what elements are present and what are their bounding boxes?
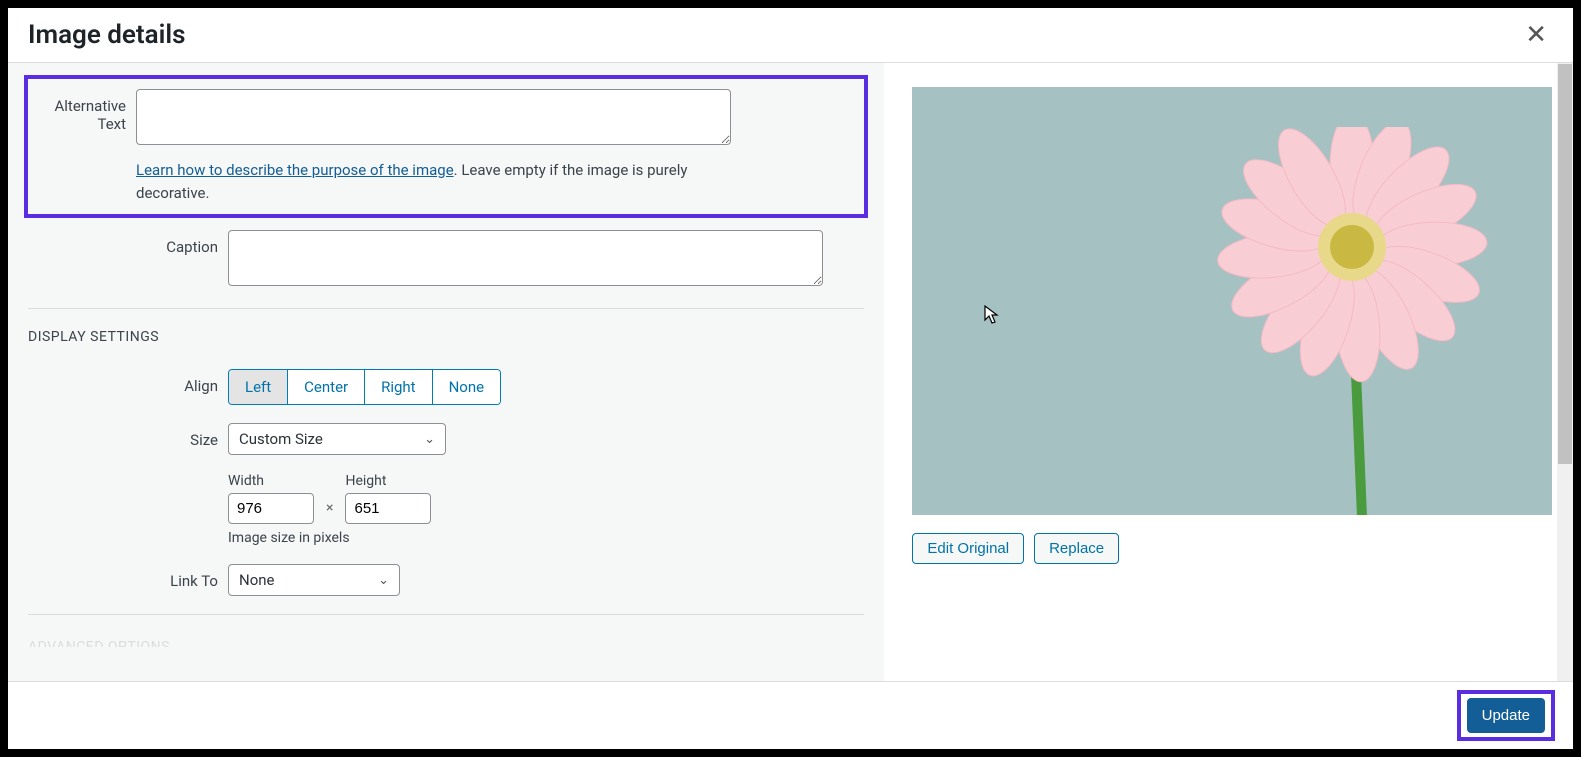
linkto-select[interactable]: None ⌄ — [228, 564, 400, 596]
alt-text-highlight: Alternative Text Learn how to describe t… — [24, 75, 868, 218]
cursor-icon — [984, 305, 1000, 331]
size-select-value: Custom Size — [239, 430, 323, 448]
edit-original-button[interactable]: Edit Original — [912, 533, 1024, 564]
width-label: Width — [228, 473, 314, 489]
close-icon[interactable]: ✕ — [1519, 22, 1553, 48]
alt-text-help-link[interactable]: Learn how to describe the purpose of the… — [136, 161, 454, 179]
caption-label: Caption — [28, 230, 228, 256]
align-left-button[interactable]: Left — [229, 370, 288, 404]
divider — [28, 614, 864, 615]
image-preview — [912, 87, 1552, 515]
image-details-modal: Image details ✕ Alternative Text Learn h… — [8, 8, 1573, 749]
scrollbar-thumb[interactable] — [1558, 64, 1572, 464]
advanced-options-heading: ADVANCED OPTIONS — [28, 639, 864, 647]
linkto-select-value: None — [239, 571, 275, 589]
alt-text-label: Alternative Text — [28, 89, 136, 133]
dimension-separator: × — [326, 500, 333, 524]
size-select[interactable]: Custom Size ⌄ — [228, 423, 446, 455]
size-label: Size — [28, 423, 228, 449]
modal-title: Image details — [28, 20, 185, 50]
preview-actions: Edit Original Replace — [912, 533, 1529, 564]
chevron-down-icon: ⌄ — [378, 573, 389, 588]
height-label: Height — [345, 473, 431, 489]
preview-panel: Edit Original Replace — [884, 63, 1557, 681]
caption-input[interactable] — [228, 230, 823, 286]
align-none-button[interactable]: None — [433, 370, 501, 404]
update-button[interactable]: Update — [1467, 698, 1545, 733]
settings-panel: Alternative Text Learn how to describe t… — [8, 63, 884, 681]
dimensions-spacer — [28, 473, 228, 481]
align-label: Align — [28, 369, 228, 395]
modal-header: Image details ✕ — [8, 8, 1573, 63]
flower-illustration — [1212, 127, 1492, 515]
replace-button[interactable]: Replace — [1034, 533, 1119, 564]
divider — [28, 308, 864, 309]
scrollbar[interactable] — [1557, 63, 1573, 681]
align-button-group: Left Center Right None — [228, 369, 501, 405]
width-input[interactable] — [228, 493, 314, 524]
alt-text-helper: Learn how to describe the purpose of the… — [136, 159, 731, 204]
update-highlight: Update — [1457, 690, 1555, 741]
dimension-hint: Image size in pixels — [228, 530, 823, 546]
height-input[interactable] — [345, 493, 431, 524]
chevron-down-icon: ⌄ — [424, 432, 435, 447]
align-right-button[interactable]: Right — [365, 370, 432, 404]
display-settings-heading: DISPLAY SETTINGS — [28, 329, 864, 345]
alt-text-input[interactable] — [136, 89, 731, 145]
linkto-label: Link To — [28, 564, 228, 590]
dimensions-group: Width × Height — [228, 473, 823, 524]
align-center-button[interactable]: Center — [288, 370, 365, 404]
modal-footer: Update — [8, 681, 1573, 749]
modal-body: Alternative Text Learn how to describe t… — [8, 63, 1573, 681]
